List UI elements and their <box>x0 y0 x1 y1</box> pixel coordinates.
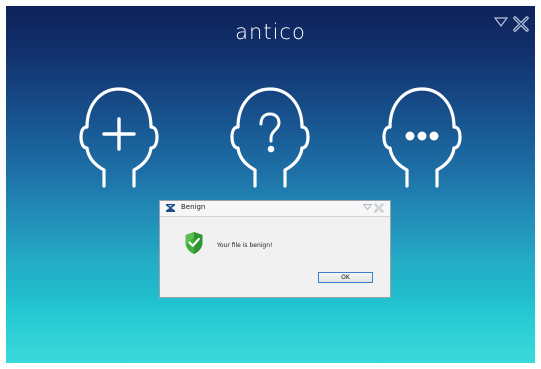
ok-button[interactable]: OK <box>318 272 373 283</box>
result-dialog: Benign Your file is benign! OK <box>159 200 391 298</box>
question-icon <box>259 112 281 153</box>
dialog-close-icon[interactable] <box>374 203 384 213</box>
plus-icon <box>102 117 136 151</box>
minimize-triangle-icon[interactable] <box>494 16 508 28</box>
dialog-minimize-icon[interactable] <box>363 203 372 211</box>
dialog-message: Your file is benign! <box>217 242 273 249</box>
ellipsis-icon <box>405 131 439 141</box>
more-button[interactable] <box>381 86 463 190</box>
help-button[interactable] <box>229 86 311 190</box>
app-logo: antico <box>235 20 306 44</box>
shield-check-icon <box>185 232 203 254</box>
close-icon[interactable] <box>513 16 529 32</box>
app-hourglass-icon <box>166 204 175 212</box>
dialog-title: Benign <box>181 203 206 211</box>
add-button[interactable] <box>78 86 160 190</box>
dialog-titlebar[interactable]: Benign <box>160 201 390 217</box>
app-window: antico Benign Your file is benign! OK <box>6 6 535 363</box>
